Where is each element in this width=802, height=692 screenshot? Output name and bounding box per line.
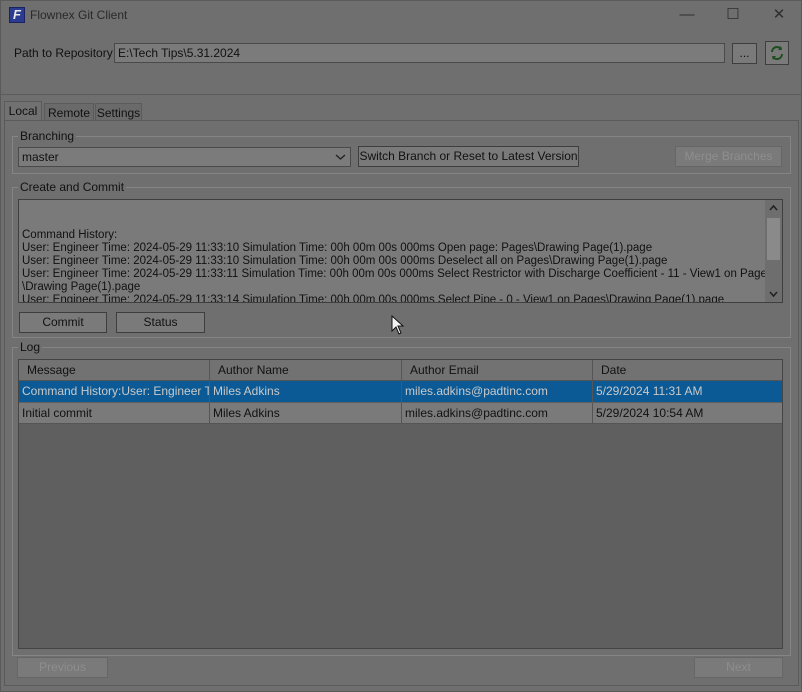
vertical-scrollbar[interactable] xyxy=(765,200,782,302)
merge-branches-button[interactable]: Merge Branches xyxy=(675,146,782,167)
commit-text-line: User: Engineer Time: 2024-05-29 11:33:10… xyxy=(22,255,668,267)
scrollbar-thumb[interactable] xyxy=(767,218,780,260)
minimize-button[interactable]: — xyxy=(664,0,710,30)
switch-branch-button[interactable]: Switch Branch or Reset to Latest Version xyxy=(358,146,579,167)
divider xyxy=(0,94,802,95)
commit-group-label: Create and Commit xyxy=(18,180,127,194)
log-table[interactable]: Message Author Name Author Email Date Co… xyxy=(18,359,783,649)
tab-local[interactable]: Local xyxy=(4,101,42,121)
branch-select[interactable]: master xyxy=(18,147,351,167)
scroll-down-icon[interactable] xyxy=(769,290,778,298)
browse-button[interactable]: ... xyxy=(732,43,757,64)
branching-label: Branching xyxy=(18,129,77,143)
branch-select-value: master xyxy=(22,150,59,164)
log-table-header: Message Author Name Author Email Date xyxy=(19,360,782,381)
table-row[interactable]: Command History:User: Engineer Ti... Mil… xyxy=(19,381,782,402)
repo-path-label: Path to Repository xyxy=(14,46,113,60)
scroll-up-icon[interactable] xyxy=(769,204,778,212)
repo-path-input[interactable]: E:\Tech Tips\5.31.2024 xyxy=(114,43,725,63)
commit-text-line: User: Engineer Time: 2024-05-29 11:33:14… xyxy=(22,294,725,303)
refresh-button[interactable] xyxy=(765,41,789,65)
chevron-down-icon xyxy=(335,148,346,171)
tab-settings[interactable]: Settings xyxy=(95,103,142,121)
commit-message-textarea[interactable]: Command History: User: Engineer Time: 20… xyxy=(18,199,783,303)
commit-text-line: \Drawing Page(1).page xyxy=(22,281,141,293)
row-message: Initial commit xyxy=(19,403,210,424)
row-author-email: miles.adkins@padtinc.com xyxy=(402,403,593,424)
row-author-name: Miles Adkins xyxy=(210,403,402,424)
row-date: 5/29/2024 11:31 AM xyxy=(596,384,703,398)
table-row[interactable]: Initial commit Miles Adkins miles.adkins… xyxy=(19,403,782,424)
column-header-message[interactable]: Message xyxy=(19,360,210,381)
row-author-name: Miles Adkins xyxy=(210,381,402,402)
refresh-icon xyxy=(771,46,783,60)
previous-button[interactable]: Previous xyxy=(17,657,108,678)
maximize-button[interactable]: ☐ xyxy=(710,0,756,30)
close-button[interactable]: ✕ xyxy=(756,0,802,30)
column-header-date[interactable]: Date xyxy=(593,360,782,381)
tab-remote[interactable]: Remote xyxy=(44,103,94,121)
log-group-label: Log xyxy=(18,340,43,354)
row-author-email: miles.adkins@padtinc.com xyxy=(402,381,593,402)
commit-button[interactable]: Commit xyxy=(19,312,107,333)
mouse-cursor-icon xyxy=(391,315,405,335)
window-title: Flownex Git Client xyxy=(30,8,128,22)
next-button[interactable]: Next xyxy=(694,657,783,678)
flownex-logo-icon xyxy=(9,7,25,23)
row-message: Command History:User: Engineer Ti... xyxy=(19,381,210,402)
row-date: 5/29/2024 10:54 AM xyxy=(596,406,704,420)
status-button[interactable]: Status xyxy=(116,312,205,333)
commit-text-line: User: Engineer Time: 2024-05-29 11:33:11… xyxy=(22,268,773,280)
column-header-author-email[interactable]: Author Email xyxy=(402,360,593,381)
commit-text-line: User: Engineer Time: 2024-05-29 11:33:10… xyxy=(22,242,653,254)
commit-text-line: Command History: xyxy=(22,229,118,241)
title-bar: Flownex Git Client — ☐ ✕ xyxy=(0,0,802,30)
column-header-author-name[interactable]: Author Name xyxy=(210,360,402,381)
